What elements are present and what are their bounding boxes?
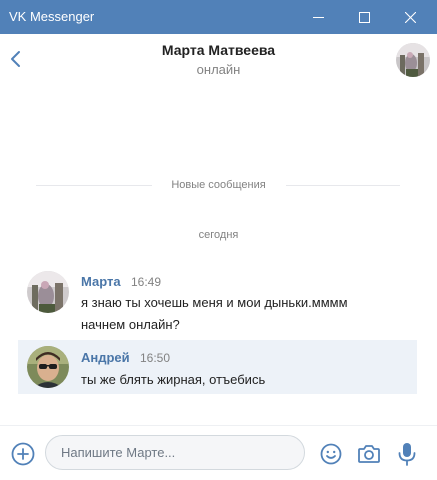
title-bar: VK Messenger — [0, 0, 437, 34]
message-item[interactable]: Марта 16:49 я знаю ты хочешь меня и мои … — [18, 264, 417, 336]
app-title: VK Messenger — [9, 9, 95, 24]
close-button[interactable] — [387, 0, 433, 34]
contact-status: онлайн — [196, 62, 241, 77]
minimize-button[interactable] — [295, 0, 341, 34]
contact-avatar[interactable] — [396, 43, 430, 77]
message-time: 16:50 — [140, 351, 171, 365]
close-icon — [404, 11, 416, 23]
avatar-photo — [27, 346, 69, 388]
message-text-line: ты же блять жирная, отъебись — [81, 372, 266, 387]
minimize-icon — [312, 16, 324, 18]
attach-button[interactable] — [11, 442, 35, 466]
emoji-icon — [320, 443, 342, 465]
plus-circle-icon — [11, 442, 35, 466]
maximize-button[interactable] — [341, 0, 387, 34]
message-author[interactable]: Марта — [81, 274, 121, 289]
date-label: сегодня — [198, 229, 239, 241]
camera-button[interactable] — [357, 443, 381, 465]
avatar-photo — [27, 271, 69, 313]
message-time: 16:49 — [131, 275, 162, 289]
avatar-photo — [396, 43, 430, 77]
emoji-button[interactable] — [319, 442, 343, 466]
microphone-icon — [398, 443, 416, 466]
contact-name[interactable]: Марта Матвеева — [0, 42, 437, 58]
message-text-line: я знаю ты хочешь меня и мои дыньки.мммм — [81, 295, 348, 310]
message-author[interactable]: Андрей — [81, 350, 130, 365]
composer-bar — [0, 425, 437, 480]
microphone-button[interactable] — [397, 441, 417, 467]
message-item[interactable]: Андрей 16:50 ты же блять жирная, отъебис… — [18, 340, 417, 394]
message-input[interactable] — [45, 435, 305, 470]
message-text-line: начнем онлайн? — [81, 317, 180, 332]
chat-header: Марта Матвеева онлайн — [0, 34, 437, 86]
avatar[interactable] — [27, 271, 69, 313]
new-messages-divider: Новые сообщения — [171, 179, 266, 191]
camera-icon — [358, 445, 380, 463]
maximize-icon — [358, 11, 370, 23]
avatar[interactable] — [27, 346, 69, 388]
